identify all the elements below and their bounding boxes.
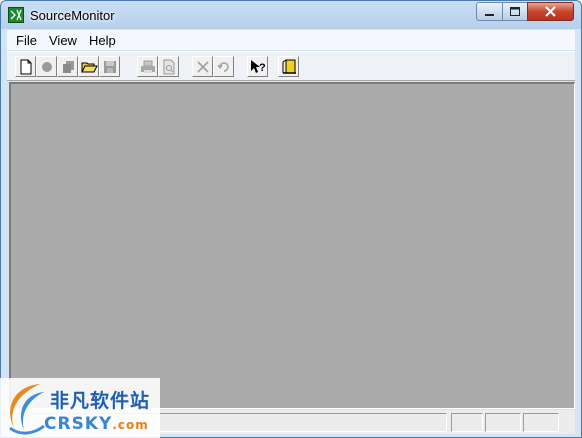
window-title: SourceMonitor [30,8,115,23]
exit-button[interactable] [278,56,299,77]
menu-view[interactable]: View [49,33,77,48]
circle-button[interactable] [36,56,57,77]
watermark-cn-name: 非凡软件站 [50,390,151,412]
print-preview-icon [163,59,175,75]
open-folder-icon [81,62,98,73]
refresh-icon [217,62,229,72]
watermark-en-name: CRSKY.com [44,414,149,434]
stack-button[interactable] [57,56,78,77]
delete-button[interactable] [192,56,213,77]
menu-file[interactable]: File [16,33,37,48]
print-button[interactable] [137,56,158,77]
save-icon [104,61,116,73]
menu-bar: File View Help [7,30,575,50]
menu-help[interactable]: Help [89,33,116,48]
new-document-icon [20,59,32,75]
status-pane-3 [523,413,559,432]
swoosh-logo-icon [9,384,45,435]
delete-icon [197,61,209,73]
new-button[interactable] [15,56,36,77]
exit-door-icon [282,59,296,74]
print-preview-button[interactable] [158,56,179,77]
open-button[interactable] [78,56,99,77]
status-pane-2 [485,413,521,432]
save-button[interactable] [99,56,120,77]
watermark-domain-suffix: .com [112,418,149,432]
close-button[interactable] [527,2,574,21]
refresh-button[interactable] [213,56,234,77]
toolbar: ? [7,51,575,81]
context-help-icon: ? [251,60,266,74]
svg-text:?: ? [259,62,266,74]
title-bar[interactable]: SourceMonitor [1,1,581,29]
context-help-button[interactable]: ? [247,56,268,77]
watermark-brand: CRSKY [44,414,113,434]
mdi-client-area[interactable] [9,82,575,409]
app-icon[interactable] [8,7,24,23]
maximize-button[interactable] [502,2,528,21]
print-icon [141,60,155,73]
stack-icon [63,61,74,73]
circle-icon [42,62,52,72]
app-window: SourceMonitor File View Help ? [0,0,582,438]
minimize-button[interactable] [476,2,503,21]
site-watermark: 非凡软件站 CRSKY.com [0,378,160,438]
status-pane-1 [451,413,483,432]
